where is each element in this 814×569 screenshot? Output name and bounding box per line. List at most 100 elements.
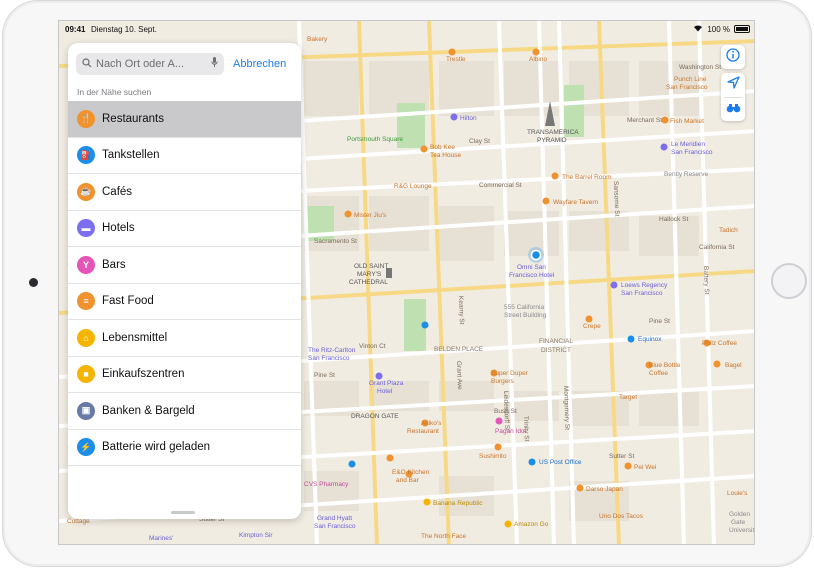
fork-knife-icon: 🍴 [77,109,95,128]
street-label: Vinton Ct [359,343,386,350]
poi-marker[interactable] [551,172,559,180]
poi-marker[interactable] [660,143,668,151]
poi-label: Wayfare Tavern [553,199,599,206]
poi-marker[interactable] [627,335,635,343]
poi-label: Blue Bottle [649,362,681,369]
cancel-button[interactable]: Abbrechen [233,58,286,70]
category-item-banken[interactable]: ▣ Banken & Bargeld [68,393,301,430]
map-controls-group [721,73,745,121]
category-item-restaurants[interactable]: 🍴 Restaurants [68,101,301,138]
info-icon [726,47,740,67]
poi-label: Gate [731,519,745,526]
poi-label: Golden [729,511,750,518]
poi-label: Le Meridien [671,141,705,148]
poi-label: Cottage [67,518,90,525]
coffee-cup-icon: ☕ [77,182,95,201]
category-item-lebensmittel[interactable]: ⌂ Lebensmittel [68,320,301,357]
poi-marker[interactable] [423,498,431,506]
cathedral-icon [386,268,392,278]
poi-marker[interactable] [420,145,428,153]
category-item-hotels[interactable]: ▬ Hotels [68,211,301,247]
poi-label: San Francisco [621,290,663,297]
poi-label: Albino [529,56,547,63]
poi-marker[interactable] [528,458,536,466]
poi-marker[interactable] [504,520,512,528]
category-item-einkaufszentren[interactable]: ■ Einkaufszentren [68,357,301,393]
poi-marker[interactable] [375,372,383,380]
category-item-cafes[interactable]: ☕ Cafés [68,174,301,211]
poi-marker[interactable] [542,197,550,205]
poi-label: Uno Dos Tacos [599,513,644,520]
district-label: FINANCIAL [539,338,573,345]
microphone-icon[interactable] [211,57,218,71]
poi-marker[interactable] [421,321,429,329]
panel-grabber[interactable] [171,511,195,514]
bed-icon: ▬ [77,219,95,238]
poi-label: Equinox [638,336,662,343]
poi-label: Francisco Hotel [509,272,555,279]
poi-label: Target [619,394,637,401]
poi-label: Restaurant [407,428,439,435]
poi-marker[interactable] [448,48,456,56]
status-bar: 09:41 Dienstag 10. Sept. 100 % [59,21,754,39]
poi-label: Fish Market [670,118,704,125]
street-label: Merchant St [627,117,662,124]
binoculars-button[interactable] [721,98,745,122]
poi-marker[interactable] [610,281,618,289]
poi-marker[interactable] [661,116,669,124]
poi-label: Grand Hyatt [317,515,352,522]
street-label: BELDEN PLACE [434,346,484,353]
poi-label: Pei Wei [634,464,656,471]
poi-label: Crepe [583,323,601,330]
info-button[interactable] [721,45,745,69]
street-label: Kearny St [457,296,465,325]
wifi-icon [693,24,703,34]
street-label: Leidesdorff St [502,391,510,431]
poi-label: Super Duper [491,370,529,377]
poi-marker[interactable] [713,360,721,368]
category-item-batterie[interactable]: ⚡ Batterie wird geladen [68,430,301,466]
street-label: Pine St [649,318,670,325]
poi-label: Mister Jiu's [354,212,387,219]
poi-label: Tea House [430,152,461,159]
poi-marker[interactable] [450,113,458,121]
location-arrow-icon [726,76,740,94]
poi-marker[interactable] [576,484,584,492]
landmark-label: DRAGON GATE [351,413,399,420]
poi-marker[interactable] [494,443,502,451]
poi-marker[interactable] [532,48,540,56]
category-item-bars[interactable]: Y Bars [68,247,301,284]
poi-label: San Francisco [666,84,708,91]
location-button[interactable] [721,73,745,97]
poi-marker[interactable] [344,210,352,218]
burger-icon: ≡ [77,292,95,311]
category-label: Lebensmittel [102,331,168,344]
current-location-dot[interactable] [530,249,542,261]
poi-marker[interactable] [348,460,356,468]
category-item-fast-food[interactable]: ≡ Fast Food [68,284,301,320]
poi-label: Pagan Idol [495,428,527,435]
poi-marker[interactable] [495,417,503,425]
front-camera [29,278,38,287]
poi-label: 555 California [504,304,544,311]
poi-marker[interactable] [624,462,632,470]
status-date: Dienstag 10. Sept. [91,25,157,34]
poi-marker[interactable] [386,454,394,462]
shopping-bag-icon: ■ [77,365,95,384]
landmark-label: TRANSAMERICA [527,129,579,136]
section-title: In der Nähe suchen [77,87,152,97]
search-input[interactable]: Nach Ort oder A... [76,53,224,75]
park-label: Portsmouth Square [347,136,403,143]
poi-label: Burgers [491,378,515,385]
category-label: Einkaufszentren [102,368,185,381]
poi-label: and Bar [396,477,420,484]
landmark-label: MARY'S [357,271,382,278]
search-placeholder: Nach Ort oder A... [96,58,185,70]
poi-label: Loews Regency [621,282,668,289]
status-time: 09:41 [65,25,86,34]
poi-label: Marines' [149,535,173,542]
home-button[interactable] [771,263,807,299]
category-item-tankstellen[interactable]: ⛽ Tankstellen [68,138,301,174]
poi-marker[interactable] [585,315,593,323]
street-label: Grant Ave [455,361,463,390]
